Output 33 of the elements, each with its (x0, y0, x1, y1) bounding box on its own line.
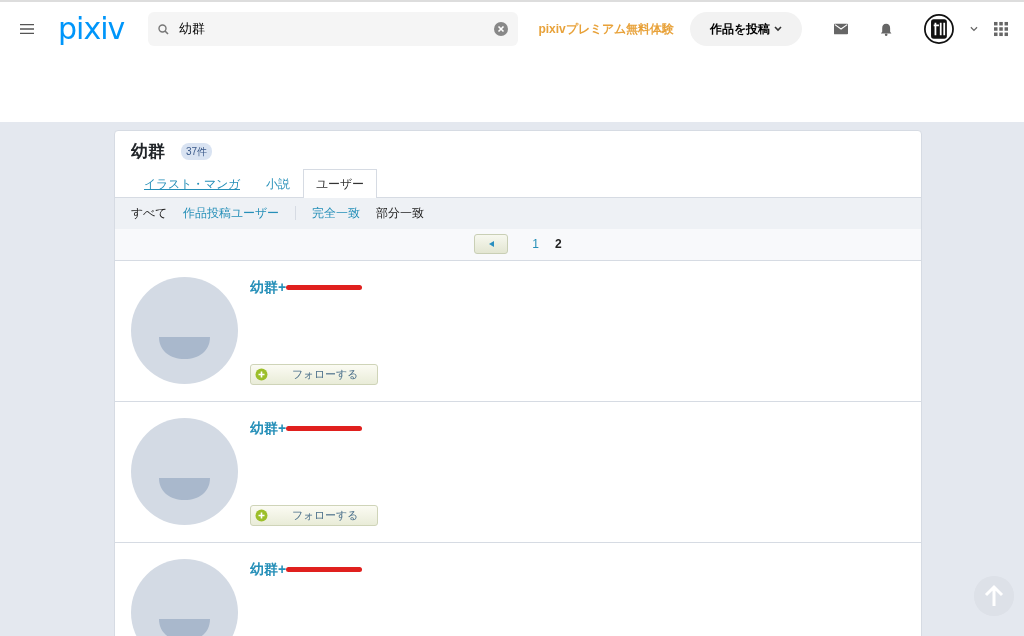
mail-icon[interactable] (833, 23, 848, 35)
follow-button[interactable]: フォローする (250, 363, 378, 385)
result-count: 37件 (181, 143, 213, 161)
avatar-icon[interactable] (924, 12, 955, 46)
page-link[interactable]: 1 (532, 235, 539, 253)
search-icon (158, 23, 170, 35)
apps-grid-icon[interactable] (993, 21, 1009, 37)
page-link[interactable]: 2 (555, 235, 562, 253)
search-field[interactable]: 幼群 (148, 12, 519, 46)
category-tab[interactable]: イラスト・マンガ (131, 168, 253, 198)
clear-icon[interactable] (494, 22, 509, 36)
user-name-link[interactable]: 幼群+ (250, 417, 287, 439)
bell-icon[interactable] (879, 21, 893, 37)
caret-icon (773, 26, 782, 32)
logo[interactable]: pixiv (58, 14, 125, 44)
caret-icon[interactable] (970, 26, 978, 32)
filter-link[interactable]: 作品投稿ユーザー (183, 204, 279, 222)
post-work-button[interactable]: 作品を投稿 (689, 12, 802, 46)
filter-link[interactable]: すべて (131, 204, 167, 222)
filter-link[interactable]: 完全一致 (312, 204, 360, 222)
user-name-link[interactable]: 幼群+ (250, 276, 287, 298)
plus-icon (255, 367, 268, 381)
premium-link[interactable]: pixivプレミアム無料体験 (538, 20, 674, 38)
result-title: 幼群 (131, 141, 165, 163)
left-arrow-icon (488, 241, 494, 247)
filter-link[interactable]: 部分一致 (376, 204, 424, 222)
plus-icon (255, 508, 268, 522)
search-input[interactable]: 幼群 (177, 18, 487, 40)
category-tab[interactable]: ユーザー (303, 168, 377, 198)
follow-button[interactable]: フォローする (250, 504, 378, 526)
category-tab[interactable]: 小説 (253, 168, 303, 198)
menu-icon[interactable] (20, 23, 35, 35)
user-name-link[interactable]: 幼群+ (250, 558, 287, 580)
